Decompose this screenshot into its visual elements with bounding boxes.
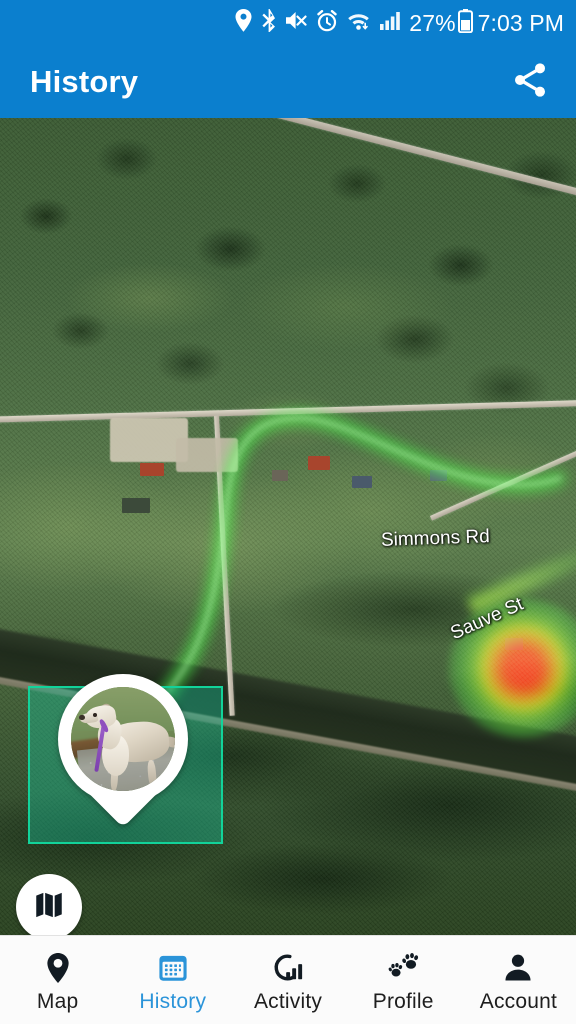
cell-signal-icon [379, 10, 403, 36]
map-canvas[interactable]: Simmons Rd Sauve St [0, 118, 576, 936]
person-icon [502, 951, 534, 985]
status-bar-icons [235, 9, 403, 37]
building [272, 470, 288, 481]
phone-screen: 27% 7:03 PM History Simmons Rd Sauve St … [0, 0, 576, 1024]
nav-label-map: Map [36, 989, 79, 1013]
bluetooth-icon [261, 9, 276, 37]
map-layers-icon [32, 888, 66, 927]
app-bar: History [0, 46, 576, 118]
gravel-lot [176, 438, 238, 472]
nav-label-account: Account [479, 989, 558, 1013]
nav-item-history[interactable]: History [115, 936, 230, 1024]
map-pin-icon [43, 951, 73, 985]
pet-photo-marker[interactable] [58, 674, 188, 828]
dog-nose [79, 715, 85, 721]
building [122, 498, 150, 513]
share-icon[interactable] [510, 60, 550, 105]
status-bar: 27% 7:03 PM [0, 0, 576, 46]
nav-item-map[interactable]: Map [0, 936, 115, 1024]
building [308, 456, 330, 470]
clock-label: 7:03 PM [477, 9, 564, 36]
page-title: History [30, 64, 139, 99]
activity-gauge-icon [271, 951, 305, 985]
battery-percent-label: 27% [409, 9, 456, 36]
nav-label-activity: Activity [253, 989, 323, 1013]
nav-item-account[interactable]: Account [461, 936, 576, 1024]
wifi-icon [347, 10, 370, 36]
volume-mute-icon [285, 10, 307, 36]
paw-prints-icon [385, 951, 421, 985]
building [140, 463, 164, 476]
building [352, 476, 372, 488]
alarm-clock-icon [316, 9, 338, 37]
map-label-simmons-rd: Simmons Rd [380, 526, 491, 551]
battery-icon [457, 8, 473, 38]
nav-item-activity[interactable]: Activity [230, 936, 345, 1024]
building [430, 470, 447, 481]
calendar-icon [156, 951, 190, 985]
nav-label-history: History [139, 989, 207, 1013]
nav-item-profile[interactable]: Profile [346, 936, 461, 1024]
map-layers-button[interactable] [16, 874, 82, 936]
location-pin-icon [235, 9, 252, 37]
bottom-navigation: Map History Activity Profile Account [0, 935, 576, 1024]
pet-avatar-photo [71, 687, 175, 791]
nav-label-profile: Profile [372, 989, 434, 1013]
